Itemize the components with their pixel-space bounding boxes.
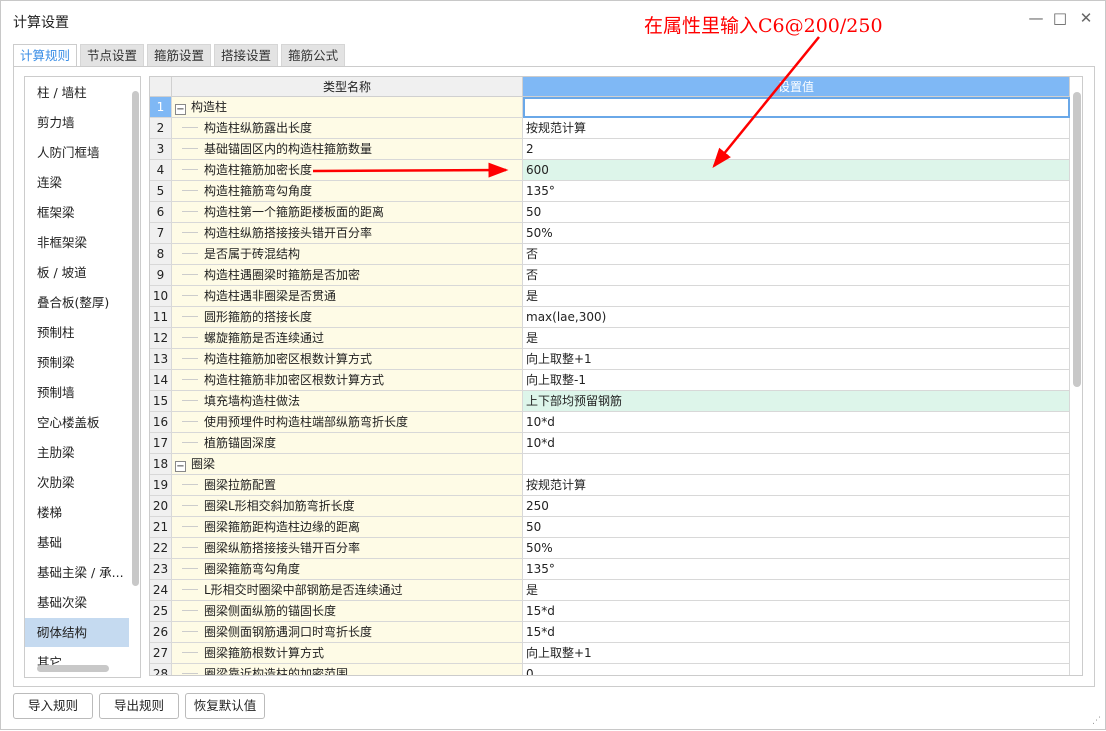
settings-dialog: 计算设置 — □ ✕ 计算规则 节点设置 箍筋设置 搭接设置 箍筋公式 柱 / 墙柱 剪力… — [0, 0, 1106, 730]
diagonal-arrow — [712, 36, 820, 168]
annotation-arrows — [312, 36, 820, 178]
horizontal-arrow — [312, 162, 509, 178]
